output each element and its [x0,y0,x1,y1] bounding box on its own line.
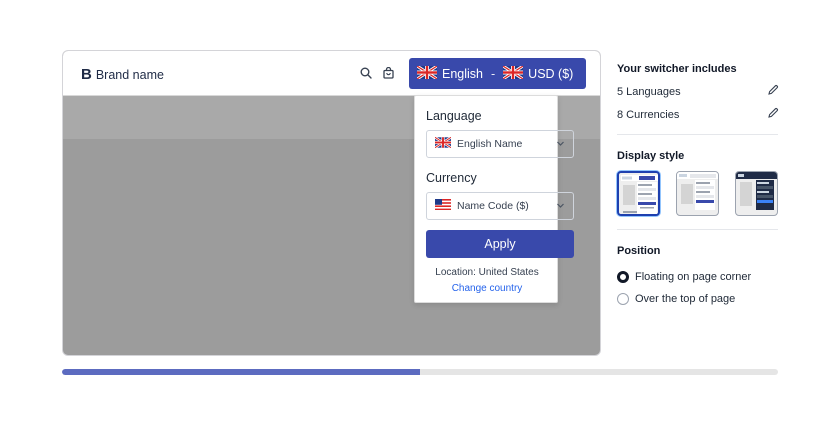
language-select-value: English Name [457,138,523,150]
us-flag-icon [435,199,451,213]
display-style-top-bar-thumbnail[interactable] [735,171,778,216]
uk-flag-icon [502,64,524,82]
chevron-down-icon [556,201,565,213]
currency-select[interactable]: Name Code ($) [426,192,574,220]
progress-bar [62,369,778,375]
uk-flag-icon [416,64,438,82]
language-select[interactable]: English Name [426,130,574,158]
brand-name: Brand name [95,68,164,82]
edit-currencies-pencil-icon[interactable] [767,107,779,122]
currency-label: Currency [426,171,477,185]
languages-count: 5 Languages [617,85,681,98]
display-style-floating-thumbnail[interactable] [617,171,660,216]
includes-heading: Your switcher includes [617,63,737,75]
edit-languages-pencil-icon[interactable] [767,84,779,99]
position-option-label: Over the top of page [635,293,736,305]
display-style-options [617,171,779,217]
uk-flag-icon [434,136,452,151]
radio-button[interactable] [617,293,629,305]
progress-bar-fill [62,369,420,375]
languages-row: 5 Languages [617,84,779,99]
position-option-label: Floating on page corner [635,271,752,283]
location-text: Location: United States [435,267,539,278]
preview-header: B Brand name English - USD ($) [63,51,600,96]
display-style-dropdown-thumbnail[interactable] [676,171,719,216]
display-style-heading: Display style [617,150,685,162]
position-heading: Position [617,245,661,257]
language-label: Language [426,109,482,123]
radio-button-selected[interactable] [617,271,629,283]
search-icon[interactable] [360,67,374,81]
currencies-count: 8 Currencies [617,108,680,121]
position-option-top[interactable]: Over the top of page [617,293,735,305]
apply-button[interactable]: Apply [426,230,574,258]
position-option-floating[interactable]: Floating on page corner [617,271,751,283]
switcher-separator: - [491,66,496,81]
chevron-down-icon [556,139,565,151]
brand-mark: B [81,66,92,83]
panel-divider [617,134,778,135]
switcher-currency: USD ($) [528,66,574,81]
brand-logo: B Brand name [81,66,164,83]
switcher-language: English [442,66,483,81]
change-country-link[interactable]: Change country [415,283,559,294]
switcher-dropdown: Language English Name Currency Name Code… [414,95,574,303]
currencies-row: 8 Currencies [617,107,779,122]
panel-divider [617,229,778,230]
language-currency-switcher[interactable]: English - USD ($) [409,58,586,89]
shopping-bag-icon[interactable] [383,67,397,81]
currency-select-value: Name Code ($) [457,200,529,212]
